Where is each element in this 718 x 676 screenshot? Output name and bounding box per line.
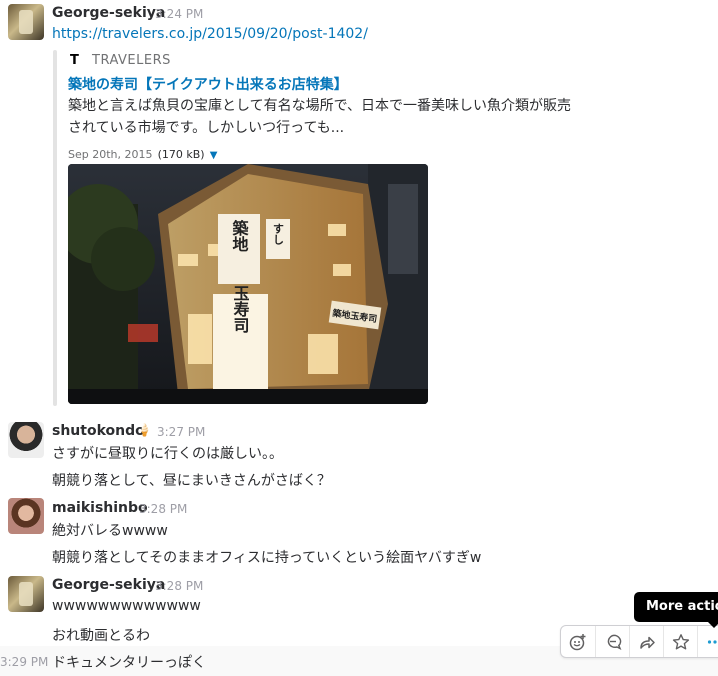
timestamp[interactable]: 3:29 PM [0,655,48,669]
timestamp[interactable]: 3:28 PM [155,579,203,593]
avatar-shutokondo[interactable] [8,422,44,458]
username[interactable]: George-sekiya [52,577,165,593]
attachment-image[interactable]: 築地 すし 玉寿司 築地玉寿司 [68,164,428,404]
timestamp[interactable]: 3:27 PM [157,425,205,439]
collapse-caret-icon[interactable]: ▼ [210,150,218,161]
attachment-text-line-2: されている市場です。しかしいつ行っても... [68,120,345,136]
timestamp[interactable]: 3:24 PM [155,7,203,21]
attachment-border [53,50,57,406]
message-link[interactable]: https://travelers.co.jp/2015/09/20/post-… [52,26,368,42]
message-text: wwwwwwwwwwwww [52,598,201,614]
attachment-size: (170 kB) [157,148,205,161]
attachment-text-line-1: 築地と言えば魚貝の宝庫として有名な場所で、日本で一番美味しい魚介類が販売 [68,98,572,114]
star-icon[interactable] [663,626,698,657]
sign-tamazushi: 玉寿司 [231,285,250,334]
site-name: TRAVELERS [92,53,171,68]
username[interactable]: maikishinbo [52,500,148,516]
username[interactable]: George-sekiya [52,5,165,21]
attachment-date: Sep 20th, 2015 [68,148,153,161]
more-actions-tooltip: More actions [634,592,718,628]
avatar-george-sekiya[interactable] [8,4,44,40]
message-text: 朝競り落として、昼にまいきさんがさばく？ [52,473,331,489]
sign-sushi: すし [272,223,285,246]
avatar-george-sekiya[interactable] [8,576,44,612]
message-text: 朝競り落としてそのままオフィスに持っていくという絵面ヤバすぎw [52,550,482,566]
share-icon[interactable] [629,626,664,657]
message-text: 絶対バレるwwww [52,523,168,539]
message-text: おれ動画とるわ [52,628,150,644]
sign-tsukiji: 築地 [230,219,250,252]
username[interactable]: shutokondo [52,423,145,439]
message-text: さすがに昼取りに行くのは厳しい。。 [52,446,283,462]
message-actions-toolbar [560,625,718,658]
message-text: ドキュメンタリーっぽく [52,655,206,671]
site-icon: T [70,53,79,68]
start-thread-icon[interactable] [595,626,630,657]
attachment-title-link[interactable]: 築地の寿司【テイクアウト出来るお店特集】 [68,74,348,94]
avatar-maikishinbo[interactable] [8,498,44,534]
timestamp[interactable]: 3:28 PM [139,502,187,516]
status-emoji-icon[interactable]: 🍦 [137,423,152,437]
attachment-meta: Sep 20th, 2015 (170 kB) ▼ [68,143,217,162]
add-reaction-icon[interactable] [561,626,595,657]
